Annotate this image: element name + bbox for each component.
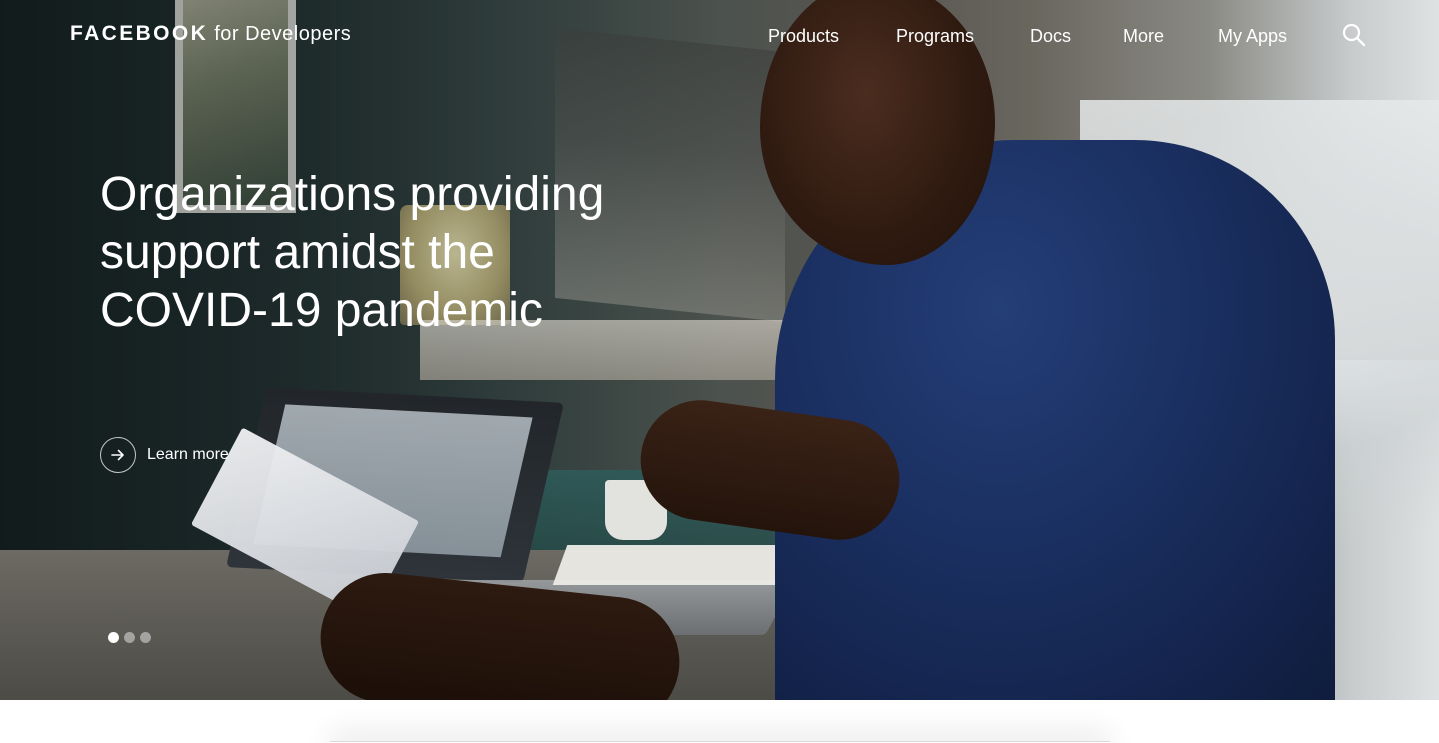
carousel-dot-2[interactable]	[124, 632, 135, 643]
nav-item-my-apps[interactable]: My Apps	[1218, 26, 1287, 47]
brand-suffix[interactable]: for Developers	[214, 23, 351, 46]
carousel-dot-3[interactable]	[140, 632, 151, 643]
hero-banner: Organizations providing support amidst t…	[0, 0, 1439, 700]
hero-headline: Organizations providing support amidst t…	[100, 168, 605, 337]
nav-item-products[interactable]: Products	[768, 26, 839, 47]
nav-item-programs[interactable]: Programs	[896, 26, 974, 47]
brand-name[interactable]: FACEBOOK	[70, 22, 208, 46]
content-section	[0, 700, 1439, 743]
learn-more-label[interactable]: Learn more	[147, 446, 229, 464]
carousel-dot-1[interactable]	[108, 632, 119, 643]
search-icon[interactable]	[1341, 22, 1367, 48]
carousel-indicators	[108, 632, 156, 643]
brand-logo[interactable]: FACEBOOK for Developers	[70, 22, 351, 46]
top-navigation: FACEBOOK for Developers Products Program…	[0, 0, 1439, 72]
nav-item-docs[interactable]: Docs	[1030, 26, 1071, 47]
arrow-right-icon[interactable]	[100, 437, 136, 473]
nav-item-more[interactable]: More	[1123, 26, 1164, 47]
learn-more-link[interactable]: Learn more	[100, 437, 229, 473]
page: Organizations providing support amidst t…	[0, 0, 1439, 743]
